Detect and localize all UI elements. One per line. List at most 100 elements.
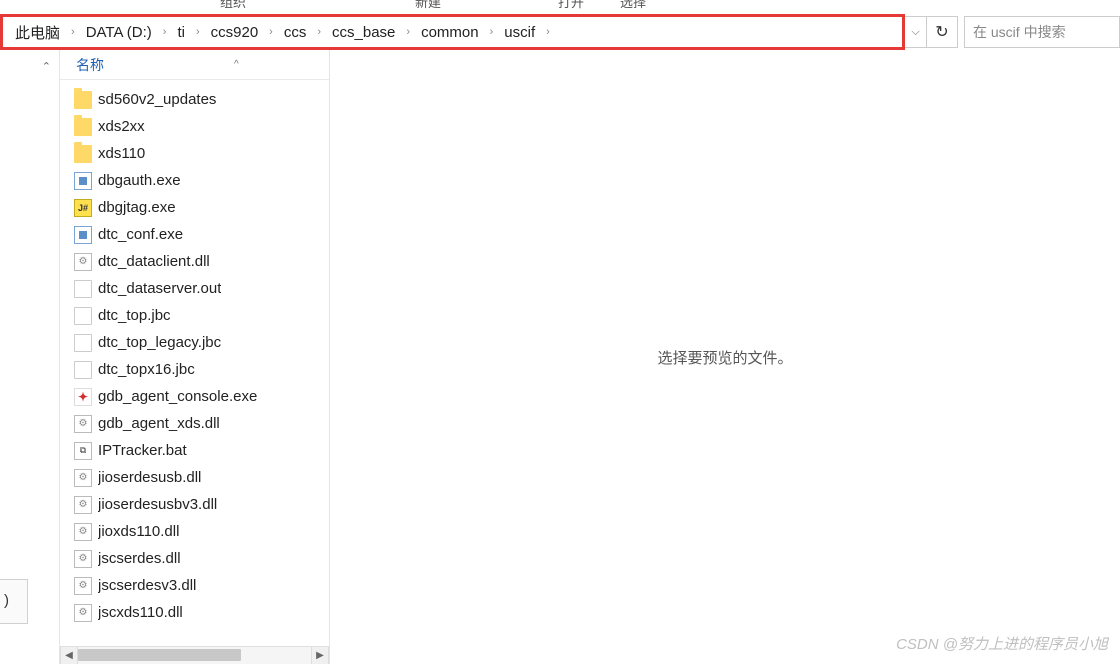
list-item[interactable]: jscxds110.dll <box>68 599 329 626</box>
exe-yellow-icon: J# <box>74 199 92 217</box>
breadcrumb-segment[interactable]: common <box>417 22 483 43</box>
breadcrumb-segment[interactable]: uscif <box>500 22 539 43</box>
preview-pane: 选择要预览的文件。 <box>330 50 1120 664</box>
chevron-right-icon[interactable]: › <box>160 26 170 38</box>
file-list: sd560v2_updates xds2xx xds110 dbgauth.exe J#… <box>60 80 329 646</box>
column-header-name[interactable]: 名称 ^ <box>60 50 329 80</box>
address-bar-row: 此电脑›DATA (D:)›ti›ccs920›ccs›ccs_base›com… <box>0 14 1120 50</box>
bat-icon: ⧉ <box>74 442 92 460</box>
ribbon-hint-open: 打开 <box>558 0 584 11</box>
address-controls: ⌵ ↻ <box>905 16 958 48</box>
folder-icon <box>74 145 92 163</box>
list-item[interactable]: dtc_dataserver.out <box>68 275 329 302</box>
list-item[interactable]: dbgauth.exe <box>68 167 329 194</box>
list-item[interactable]: gdb_agent_xds.dll <box>68 410 329 437</box>
list-item[interactable]: dtc_topx16.jbc <box>68 356 329 383</box>
list-item[interactable]: ⧉ IPTracker.bat <box>68 437 329 464</box>
list-item[interactable]: xds110 <box>68 140 329 167</box>
dll-icon <box>74 577 92 595</box>
list-item[interactable]: dtc_dataclient.dll <box>68 248 329 275</box>
sort-indicator-icon: ^ <box>234 59 239 70</box>
chevron-right-icon[interactable]: › <box>193 26 203 38</box>
file-name: sd560v2_updates <box>98 91 216 108</box>
list-item[interactable]: jioserdesusbv3.dll <box>68 491 329 518</box>
dll-icon <box>74 496 92 514</box>
file-name: jioserdesusb.dll <box>98 469 201 486</box>
list-item[interactable]: dtc_conf.exe <box>68 221 329 248</box>
exe-red-icon: ✦ <box>74 388 92 406</box>
breadcrumb-segment[interactable]: ccs920 <box>207 22 263 43</box>
scroll-right-button[interactable]: ▶ <box>311 647 329 664</box>
dll-icon <box>74 253 92 271</box>
file-name: dtc_dataclient.dll <box>98 253 210 270</box>
list-item[interactable]: xds2xx <box>68 113 329 140</box>
refresh-button[interactable]: ↻ <box>927 17 957 47</box>
ribbon-hints: 组织 新建 打开 选择 <box>0 0 1120 14</box>
list-item[interactable]: jscserdes.dll <box>68 545 329 572</box>
file-name: gdb_agent_console.exe <box>98 388 257 405</box>
dll-icon <box>74 604 92 622</box>
exe-blue-icon <box>74 226 92 244</box>
chevron-right-icon[interactable]: › <box>487 26 497 38</box>
list-item[interactable]: jioserdesusb.dll <box>68 464 329 491</box>
content-area: ⌃ ) 名称 ^ sd560v2_updates xds2xx xds110 dbga… <box>0 50 1120 664</box>
file-list-pane: 名称 ^ sd560v2_updates xds2xx xds110 dbgauth.… <box>60 50 330 664</box>
list-item[interactable]: ✦ gdb_agent_console.exe <box>68 383 329 410</box>
dll-icon <box>74 523 92 541</box>
chevron-right-icon[interactable]: › <box>314 26 324 38</box>
file-name: dtc_top.jbc <box>98 307 171 324</box>
breadcrumb-segment[interactable]: 此电脑 <box>11 20 64 45</box>
scroll-thumb[interactable] <box>78 649 241 661</box>
file-icon <box>74 307 92 325</box>
ribbon-hint-organize: 组织 <box>220 0 246 11</box>
list-item[interactable]: dtc_top_legacy.jbc <box>68 329 329 356</box>
file-icon <box>74 280 92 298</box>
nav-pane: ⌃ ) <box>0 50 60 664</box>
file-name: jscxds110.dll <box>98 604 183 621</box>
breadcrumb-segment[interactable]: ccs <box>280 22 311 43</box>
folder-icon <box>74 118 92 136</box>
file-name: dtc_conf.exe <box>98 226 183 243</box>
file-name: dbgjtag.exe <box>98 199 176 216</box>
file-icon <box>74 361 92 379</box>
address-history-dropdown[interactable]: ⌵ <box>905 17 927 47</box>
breadcrumb-segment[interactable]: DATA (D:) <box>82 22 156 43</box>
search-placeholder: 在 uscif 中搜索 <box>973 22 1066 42</box>
file-name: xds2xx <box>98 118 145 135</box>
chevron-right-icon[interactable]: › <box>266 26 276 38</box>
file-name: dtc_top_legacy.jbc <box>98 334 221 351</box>
scroll-left-button[interactable]: ◀ <box>60 647 78 664</box>
file-name: IPTracker.bat <box>98 442 187 459</box>
file-name: dbgauth.exe <box>98 172 181 189</box>
list-item[interactable]: jioxds110.dll <box>68 518 329 545</box>
file-name: dtc_dataserver.out <box>98 280 221 297</box>
file-name: xds110 <box>98 145 145 162</box>
column-header-label: 名称 <box>76 55 104 75</box>
file-name: gdb_agent_xds.dll <box>98 415 220 432</box>
breadcrumb-segment[interactable]: ccs_base <box>328 22 399 43</box>
list-item[interactable]: J# dbgjtag.exe <box>68 194 329 221</box>
dll-icon <box>74 469 92 487</box>
horizontal-scrollbar: ◀ ▶ <box>60 646 329 664</box>
file-name: jioxds110.dll <box>98 523 179 540</box>
search-input[interactable]: 在 uscif 中搜索 <box>964 16 1120 48</box>
address-bar[interactable]: 此电脑›DATA (D:)›ti›ccs920›ccs›ccs_base›com… <box>0 14 905 50</box>
file-icon <box>74 334 92 352</box>
list-item[interactable]: jscserdesv3.dll <box>68 572 329 599</box>
nav-collapse-icon[interactable]: ⌃ <box>42 60 51 73</box>
breadcrumb-segment[interactable]: ti <box>173 22 189 43</box>
file-name: jscserdesv3.dll <box>98 577 196 594</box>
file-name: jioserdesusbv3.dll <box>98 496 217 513</box>
preview-empty-text: 选择要预览的文件。 <box>657 347 792 368</box>
dll-icon <box>74 415 92 433</box>
chevron-right-icon[interactable]: › <box>543 26 553 38</box>
chevron-right-icon[interactable]: › <box>403 26 413 38</box>
file-name: jscserdes.dll <box>98 550 181 567</box>
ribbon-hint-new: 新建 <box>415 0 441 11</box>
file-name: dtc_topx16.jbc <box>98 361 195 378</box>
chevron-right-icon[interactable]: › <box>68 26 78 38</box>
scroll-track[interactable] <box>78 647 311 664</box>
folder-icon <box>74 91 92 109</box>
list-item[interactable]: sd560v2_updates <box>68 86 329 113</box>
list-item[interactable]: dtc_top.jbc <box>68 302 329 329</box>
